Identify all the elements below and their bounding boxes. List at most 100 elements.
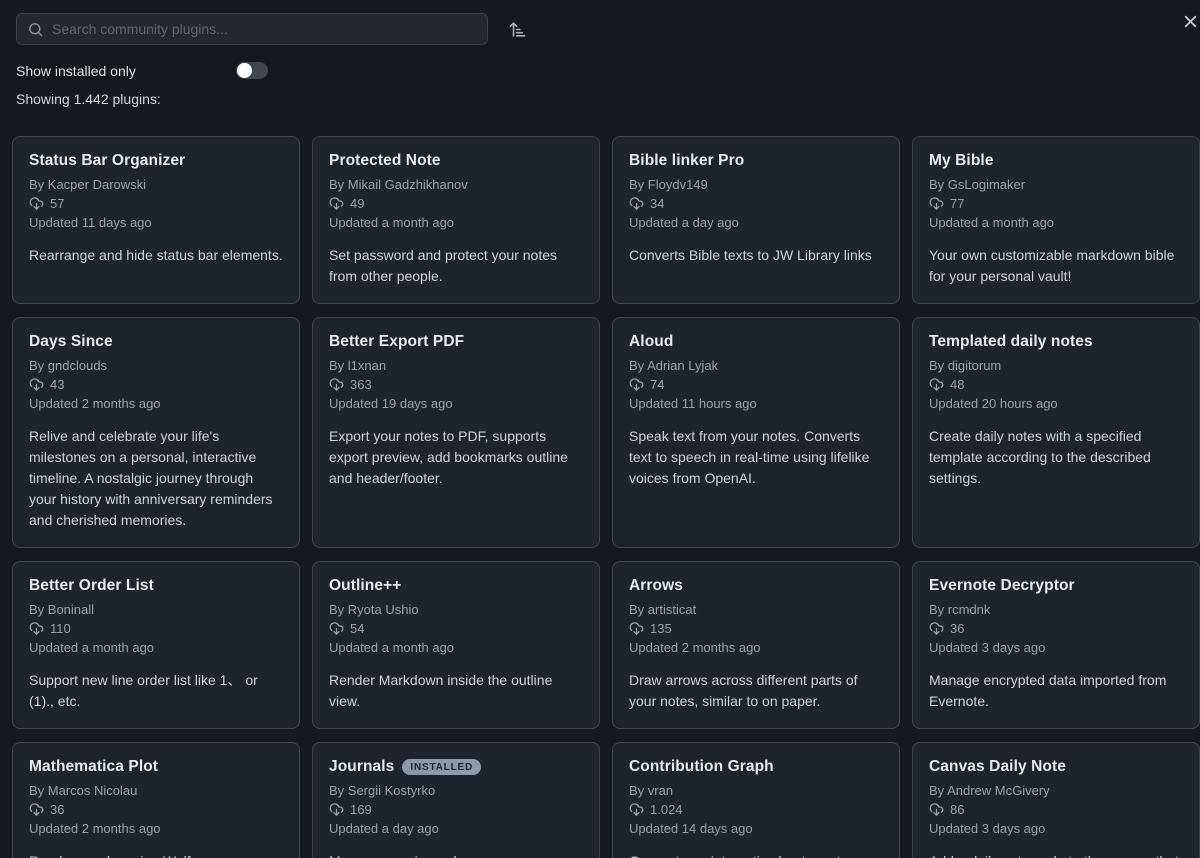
download-cloud-icon: [329, 621, 344, 636]
plugin-downloads: 36: [29, 800, 283, 819]
download-cloud-icon: [329, 196, 344, 211]
plugin-card[interactable]: Protected NoteBy Mikail Gadzhikhanov49Up…: [312, 136, 600, 304]
plugin-updated: Updated 2 months ago: [29, 394, 283, 413]
plugin-card[interactable]: Bible linker ProBy Floydv14934Updated a …: [612, 136, 900, 304]
plugin-updated: Updated a day ago: [329, 819, 583, 838]
plugin-author: By GsLogimaker: [929, 175, 1183, 194]
plugin-author: By gndclouds: [29, 356, 283, 375]
plugin-updated: Updated 19 days ago: [329, 394, 583, 413]
plugin-author: By digitorum: [929, 356, 1183, 375]
plugin-card[interactable]: Status Bar OrganizerBy Kacper Darowski57…: [12, 136, 300, 304]
plugin-name: Contribution Graph: [629, 758, 774, 776]
download-cloud-icon: [929, 621, 944, 636]
plugin-downloads: 74: [629, 375, 883, 394]
plugin-description: Rearrange and hide status bar elements.: [29, 245, 283, 266]
results-count: Showing 1.442 plugins:: [16, 91, 1184, 107]
plugin-updated: Updated a month ago: [29, 638, 283, 657]
plugin-updated: Updated 14 days ago: [629, 819, 883, 838]
search-box[interactable]: [16, 13, 488, 45]
plugin-downloads: 1.024: [629, 800, 883, 819]
download-cloud-icon: [929, 196, 944, 211]
plugin-download-count: 77: [950, 194, 964, 213]
plugin-description: Speak text from your notes. Converts tex…: [629, 426, 883, 489]
plugin-author: By Adrian Lyjak: [629, 356, 883, 375]
plugin-card[interactable]: ArrowsBy artisticat135Updated 2 months a…: [612, 561, 900, 729]
plugin-updated: Updated a day ago: [629, 213, 883, 232]
plugin-name: Status Bar Organizer: [29, 152, 185, 170]
plugin-author: By artisticat: [629, 600, 883, 619]
download-cloud-icon: [929, 802, 944, 817]
search-icon: [27, 21, 44, 38]
plugin-author: By Sergii Kostyrko: [329, 781, 583, 800]
plugin-author: By l1xnan: [329, 356, 583, 375]
plugin-author: By rcmdnk: [929, 600, 1183, 619]
plugin-card[interactable]: Templated daily notesBy digitorum48Updat…: [912, 317, 1200, 548]
plugin-downloads: 57: [29, 194, 283, 213]
download-cloud-icon: [29, 196, 44, 211]
search-input[interactable]: [52, 21, 477, 37]
plugin-name: Journals: [329, 758, 394, 776]
plugin-downloads: 363: [329, 375, 583, 394]
plugin-name: Better Order List: [29, 577, 154, 595]
plugin-card[interactable]: Mathematica PlotBy Marcos Nicolau36Updat…: [12, 742, 300, 858]
plugin-description: Create daily notes with a specified temp…: [929, 426, 1183, 489]
plugin-downloads: 43: [29, 375, 283, 394]
download-cloud-icon: [629, 802, 644, 817]
close-button[interactable]: [1181, 12, 1200, 31]
plugin-updated: Updated 11 days ago: [29, 213, 283, 232]
plugin-description: Generate an interactive heatmap to visua…: [629, 851, 883, 858]
plugin-downloads: 34: [629, 194, 883, 213]
plugin-downloads: 110: [29, 619, 283, 638]
plugin-card[interactable]: My Bible By GsLogimaker77Updated a month …: [912, 136, 1200, 304]
plugin-downloads: 54: [329, 619, 583, 638]
plugin-download-count: 43: [50, 375, 64, 394]
plugin-name: My Bible: [929, 152, 994, 170]
plugin-description: Converts Bible texts to JW Library links: [629, 245, 883, 266]
plugin-download-count: 49: [350, 194, 364, 213]
plugin-card[interactable]: Evernote DecryptorBy rcmdnk36Updated 3 d…: [912, 561, 1200, 729]
plugin-card[interactable]: Contribution Graph By vran1.024Updated 14…: [612, 742, 900, 858]
show-installed-toggle[interactable]: [236, 62, 268, 79]
plugin-card[interactable]: Better Order ListBy Boninall110Updated a…: [12, 561, 300, 729]
plugin-name: Better Export PDF: [329, 333, 464, 351]
plugin-download-count: 34: [650, 194, 664, 213]
download-cloud-icon: [29, 802, 44, 817]
plugin-author: By vran: [629, 781, 883, 800]
plugin-grid: Status Bar OrganizerBy Kacper Darowski57…: [0, 136, 1200, 858]
plugin-name: Mathematica Plot: [29, 758, 158, 776]
sort-ascending-icon: [508, 20, 527, 39]
plugin-download-count: 110: [50, 619, 71, 638]
plugin-name: Days Since: [29, 333, 113, 351]
plugin-description: Manage your journals.: [329, 851, 583, 858]
plugin-description: Render Markdown inside the outline view.: [329, 670, 583, 712]
plugin-card[interactable]: Outline++ By Ryota Ushio54Updated a month…: [312, 561, 600, 729]
plugin-updated: Updated a month ago: [929, 213, 1183, 232]
plugin-card[interactable]: Days Since By gndclouds43Updated 2 months…: [12, 317, 300, 548]
plugin-updated: Updated 2 months ago: [629, 638, 883, 657]
plugin-download-count: 363: [350, 375, 372, 394]
plugin-download-count: 48: [950, 375, 964, 394]
plugin-download-count: 135: [650, 619, 672, 638]
plugin-card[interactable]: AloudBy Adrian Lyjak74Updated 11 hours a…: [612, 317, 900, 548]
plugin-name: Outline++: [329, 577, 401, 595]
plugin-downloads: 36: [929, 619, 1183, 638]
plugin-author: By Marcos Nicolau: [29, 781, 283, 800]
plugin-description: Export your notes to PDF, supports expor…: [329, 426, 583, 489]
plugin-downloads: 48: [929, 375, 1183, 394]
plugin-name: Evernote Decryptor: [929, 577, 1075, 595]
plugin-card[interactable]: JournalsINSTALLEDBy Sergii Kostyrko169Up…: [312, 742, 600, 858]
plugin-card[interactable]: Canvas Daily NoteBy Andrew McGivery86Upd…: [912, 742, 1200, 858]
plugin-updated: Updated a month ago: [329, 638, 583, 657]
plugin-author: By Andrew McGivery: [929, 781, 1183, 800]
sort-order-button[interactable]: [504, 16, 531, 43]
show-installed-label: Show installed only: [16, 63, 136, 79]
plugin-name: Templated daily notes: [929, 333, 1093, 351]
plugin-description: Your own customizable markdown bible for…: [929, 245, 1183, 287]
download-cloud-icon: [629, 377, 644, 392]
download-cloud-icon: [929, 377, 944, 392]
plugin-description: Set password and protect your notes from…: [329, 245, 583, 287]
plugin-download-count: 169: [350, 800, 372, 819]
plugin-card[interactable]: Better Export PDF By l1xnan363Updated 19 …: [312, 317, 600, 548]
plugin-downloads: 49: [329, 194, 583, 213]
plugin-author: By Ryota Ushio: [329, 600, 583, 619]
